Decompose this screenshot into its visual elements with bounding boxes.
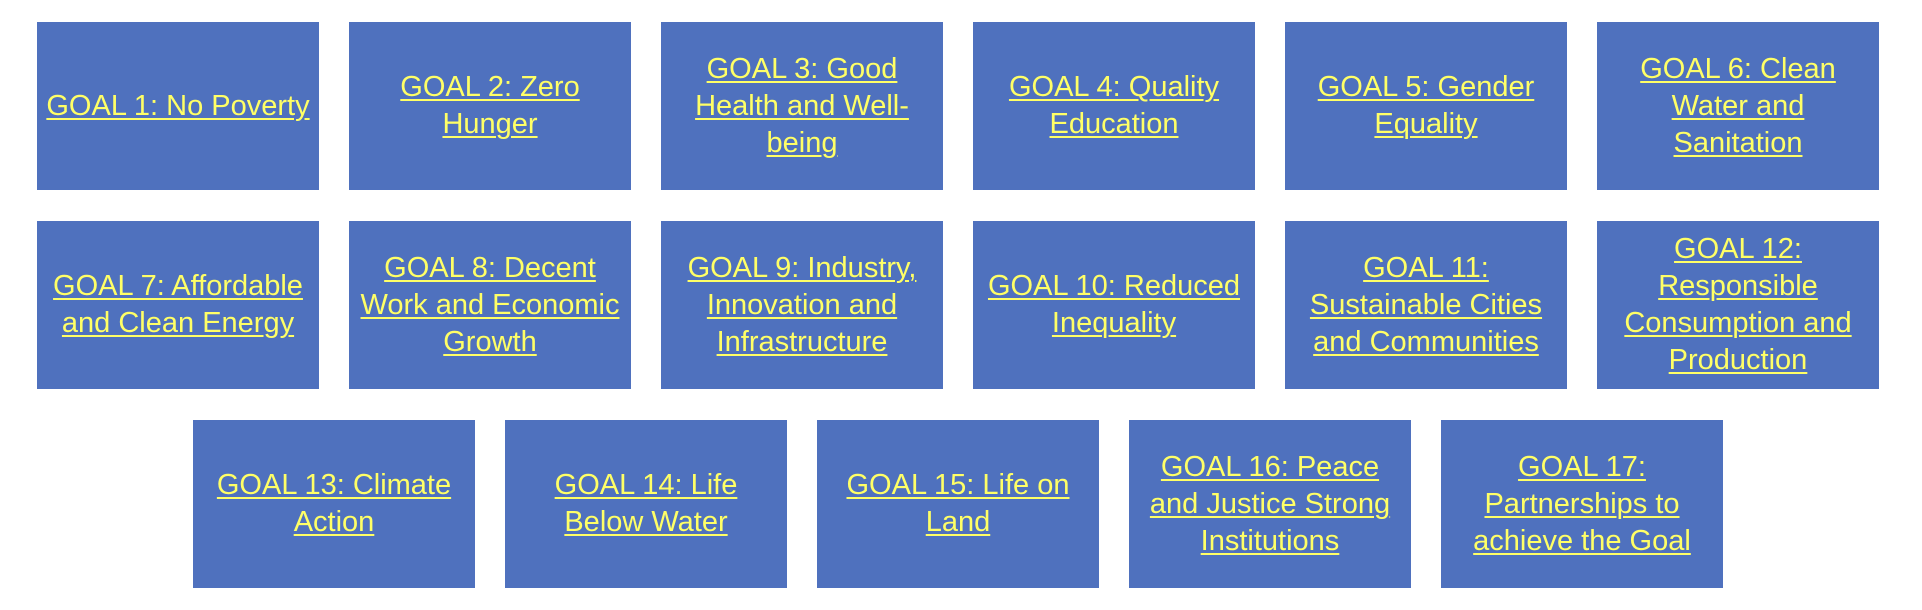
- goal-12-tile[interactable]: GOAL 12: Responsible Consumption and Pro…: [1597, 221, 1879, 389]
- goal-7-link[interactable]: GOAL 7: Affordable and Clean Energy: [45, 268, 311, 342]
- goal-11-tile[interactable]: GOAL 11: Sustainable Cities and Communit…: [1285, 221, 1567, 389]
- goal-5-link[interactable]: GOAL 5: Gender Equality: [1293, 69, 1559, 143]
- goal-14-tile[interactable]: GOAL 14: Life Below Water: [505, 420, 787, 588]
- goal-1-tile[interactable]: GOAL 1: No Poverty: [37, 22, 319, 190]
- goal-10-tile[interactable]: GOAL 10: Reduced Inequality: [973, 221, 1255, 389]
- goal-6-tile[interactable]: GOAL 6: Clean Water and Sanitation: [1597, 22, 1879, 190]
- goal-17-link[interactable]: GOAL 17: Partnerships to achieve the Goa…: [1449, 449, 1715, 560]
- goal-6-link[interactable]: GOAL 6: Clean Water and Sanitation: [1605, 51, 1871, 162]
- goal-13-tile[interactable]: GOAL 13: Climate Action: [193, 420, 475, 588]
- goal-15-link[interactable]: GOAL 15: Life on Land: [825, 467, 1091, 541]
- goal-10-link[interactable]: GOAL 10: Reduced Inequality: [981, 268, 1247, 342]
- goal-4-link[interactable]: GOAL 4: Quality Education: [981, 69, 1247, 143]
- goal-9-link[interactable]: GOAL 9: Industry, Innovation and Infrast…: [669, 250, 935, 361]
- goal-13-link[interactable]: GOAL 13: Climate Action: [201, 467, 467, 541]
- goal-12-link[interactable]: GOAL 12: Responsible Consumption and Pro…: [1605, 231, 1871, 379]
- goal-7-tile[interactable]: GOAL 7: Affordable and Clean Energy: [37, 221, 319, 389]
- goal-16-link[interactable]: GOAL 16: Peace and Justice Strong Instit…: [1137, 449, 1403, 560]
- goal-17-tile[interactable]: GOAL 17: Partnerships to achieve the Goa…: [1441, 420, 1723, 588]
- goal-14-link[interactable]: GOAL 14: Life Below Water: [513, 467, 779, 541]
- goal-8-link[interactable]: GOAL 8: Decent Work and Economic Growth: [357, 250, 623, 361]
- goal-4-tile[interactable]: GOAL 4: Quality Education: [973, 22, 1255, 190]
- goal-3-tile[interactable]: GOAL 3: Good Health and Well-being: [661, 22, 943, 190]
- goal-5-tile[interactable]: GOAL 5: Gender Equality: [1285, 22, 1567, 190]
- goal-3-link[interactable]: GOAL 3: Good Health and Well-being: [669, 51, 935, 162]
- goal-2-tile[interactable]: GOAL 2: Zero Hunger: [349, 22, 631, 190]
- goal-1-link[interactable]: GOAL 1: No Poverty: [46, 88, 309, 125]
- goal-2-link[interactable]: GOAL 2: Zero Hunger: [357, 69, 623, 143]
- goal-16-tile[interactable]: GOAL 16: Peace and Justice Strong Instit…: [1129, 420, 1411, 588]
- goal-9-tile[interactable]: GOAL 9: Industry, Innovation and Infrast…: [661, 221, 943, 389]
- goal-15-tile[interactable]: GOAL 15: Life on Land: [817, 420, 1099, 588]
- goal-11-link[interactable]: GOAL 11: Sustainable Cities and Communit…: [1293, 250, 1559, 361]
- goal-8-tile[interactable]: GOAL 8: Decent Work and Economic Growth: [349, 221, 631, 389]
